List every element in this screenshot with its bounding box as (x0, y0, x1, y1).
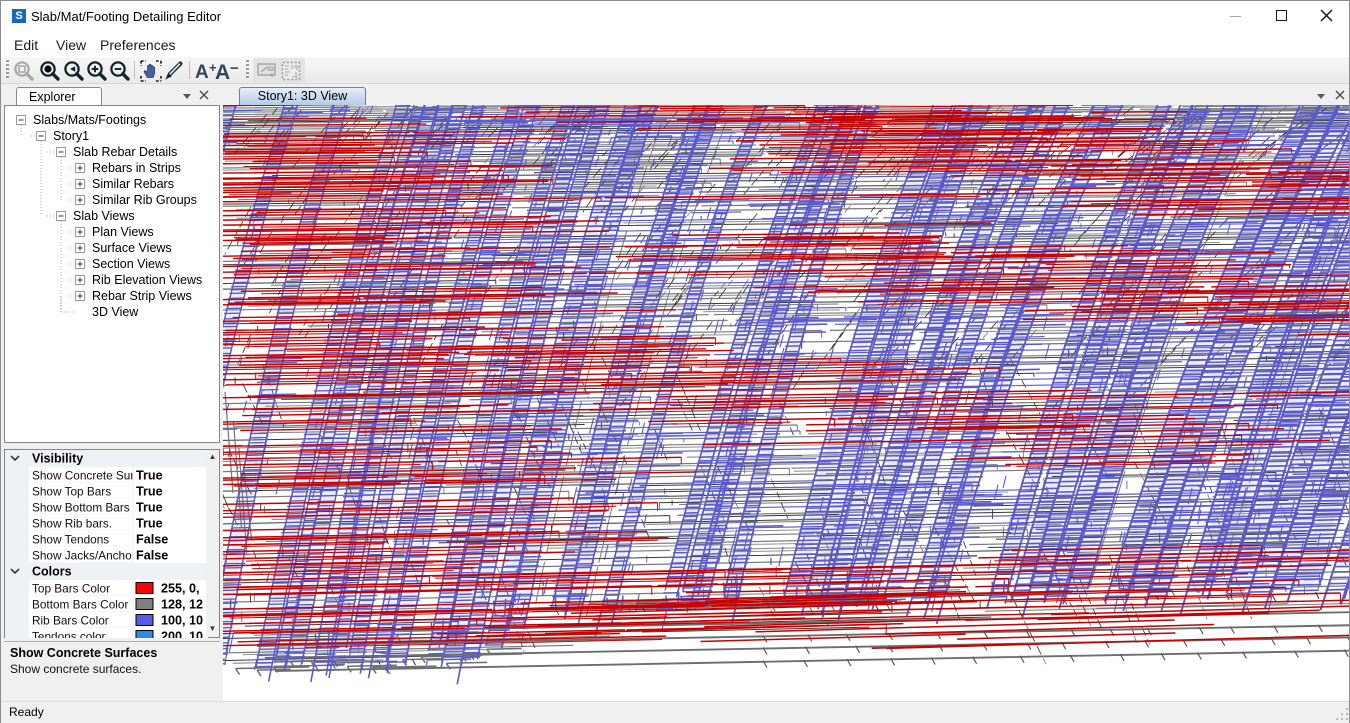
svg-text:True: True (136, 501, 163, 515)
svg-text:Rebar Strip Views: Rebar Strip Views (92, 289, 192, 303)
svg-text:3D View: 3D View (92, 305, 139, 319)
svg-text:200, 10: 200, 10 (161, 630, 203, 638)
svg-text:Colors: Colors (32, 565, 72, 579)
svg-text:Top Bars Color: Top Bars Color (32, 581, 110, 595)
svg-text:Rib Bars Color: Rib Bars Color (32, 613, 109, 627)
svg-text:Plan Views: Plan Views (92, 225, 154, 239)
svg-text:True: True (136, 485, 163, 499)
svg-text:128, 12: 128, 12 (161, 598, 203, 612)
svg-text:Story1: Story1 (53, 129, 89, 143)
svg-text:−: − (230, 60, 239, 77)
svg-text:A: A (215, 61, 230, 82)
svg-text:True: True (136, 517, 163, 531)
svg-text:Show Bottom Bars: Show Bottom Bars (32, 500, 130, 514)
svg-text:Visibility: Visibility (32, 452, 83, 466)
svg-text:Slabs/Mats/Footings: Slabs/Mats/Footings (33, 113, 146, 127)
svg-text:Surface Views: Surface Views (92, 241, 172, 255)
svg-text:Similar Rib Groups: Similar Rib Groups (92, 193, 197, 207)
svg-text:Tendons color: Tendons color (32, 629, 106, 638)
svg-text:Similar Rebars: Similar Rebars (92, 177, 174, 191)
svg-text:Rebars in Strips: Rebars in Strips (92, 161, 181, 175)
svg-text:Bottom Bars Color: Bottom Bars Color (32, 597, 128, 611)
svg-text:Show Tendons: Show Tendons (32, 532, 109, 546)
svg-text:Show Jacks/Anchors: Show Jacks/Anchors (32, 548, 142, 562)
svg-text:True: True (136, 469, 163, 483)
svg-text:Rib Elevation Views: Rib Elevation Views (92, 273, 202, 287)
svg-text:Show Top Bars: Show Top Bars (32, 484, 111, 498)
svg-text:False: False (136, 549, 168, 563)
svg-text:Slab Rebar Details: Slab Rebar Details (73, 145, 177, 159)
svg-text:Show Rib bars.: Show Rib bars. (32, 516, 112, 530)
svg-text:False: False (136, 533, 168, 547)
svg-text:Section Views: Section Views (92, 257, 170, 271)
svg-text:Show Concrete Surfa: Show Concrete Surfa (32, 468, 145, 482)
svg-text:100, 10: 100, 10 (161, 614, 203, 628)
svg-text:255, 0,: 255, 0, (161, 582, 200, 596)
svg-text:A: A (195, 62, 209, 82)
svg-text:Slab Views: Slab Views (73, 209, 135, 223)
